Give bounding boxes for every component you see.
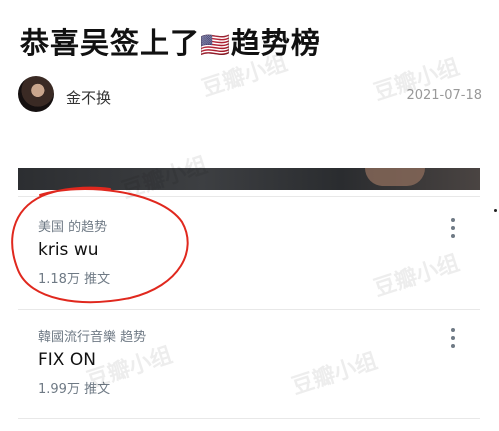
us-flag-icon: 🇺🇸 bbox=[200, 31, 231, 59]
more-options-icon[interactable] bbox=[446, 328, 460, 348]
author-row: 金不换 2021-07-18 bbox=[18, 76, 482, 116]
post-title-suffix: 趋势榜 bbox=[230, 26, 321, 60]
divider bbox=[18, 418, 480, 419]
post-image-detail bbox=[365, 168, 425, 186]
post-date: 2021-07-18 bbox=[406, 88, 482, 103]
trend-context: 美国 的趋势 bbox=[38, 220, 108, 235]
more-options-icon[interactable] bbox=[446, 218, 460, 238]
post-image[interactable] bbox=[18, 168, 480, 190]
divider bbox=[18, 196, 480, 197]
avatar[interactable] bbox=[18, 76, 54, 112]
trend-name: kris wu bbox=[38, 240, 99, 260]
divider bbox=[18, 309, 480, 310]
post-title: 恭喜吴签上了🇺🇸趋势榜 bbox=[20, 20, 321, 62]
trend-item[interactable]: 美国 的趋势 kris wu 1.18万 推文 bbox=[18, 216, 480, 316]
trend-tweet-count: 1.18万 推文 bbox=[38, 272, 111, 287]
author-name[interactable]: 金不换 bbox=[66, 87, 111, 108]
post-title-text: 恭喜吴签上了 bbox=[20, 26, 201, 60]
trend-context: 韓國流行音樂 趋势 bbox=[38, 330, 147, 345]
trend-name: FIX ON bbox=[38, 350, 96, 370]
trend-item[interactable]: 韓國流行音樂 趋势 FIX ON 1.99万 推文 bbox=[18, 326, 480, 426]
trend-tweet-count: 1.99万 推文 bbox=[38, 382, 111, 397]
stray-dot bbox=[494, 209, 497, 212]
